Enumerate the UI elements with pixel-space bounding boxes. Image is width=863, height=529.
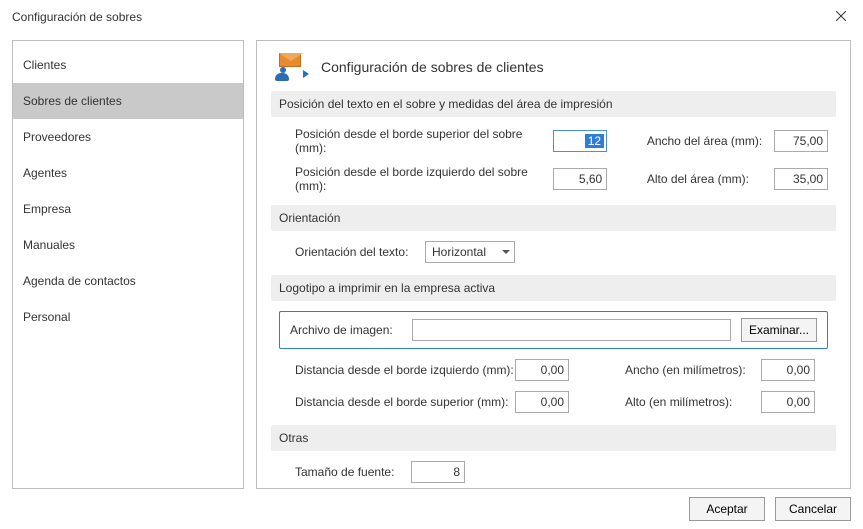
label-dist-top: Distancia desde el borde superior (mm): — [295, 395, 515, 409]
select-orientation-value: Horizontal — [432, 245, 486, 259]
input-area-height[interactable] — [774, 168, 828, 190]
label-font-size: Tamaño de fuente: — [295, 465, 411, 479]
section-other-body: Tamaño de fuente: — [271, 461, 836, 489]
close-button[interactable] — [819, 2, 863, 32]
label-orientation: Orientación del texto: — [295, 245, 425, 259]
close-icon — [836, 10, 846, 24]
input-dist-left[interactable] — [515, 359, 569, 381]
label-pos-left: Posición desde el borde izquierdo del so… — [295, 165, 553, 193]
section-position-body: Posición desde el borde superior del sob… — [271, 127, 836, 199]
accept-button[interactable]: Aceptar — [689, 497, 765, 521]
section-position-header: Posición del texto en el sobre y medidas… — [271, 91, 836, 117]
input-dist-top[interactable] — [515, 391, 569, 413]
label-dist-left: Distancia desde el borde izquierdo (mm): — [295, 363, 515, 377]
sidebar-item-sobres-de-clientes[interactable]: Sobres de clientes — [13, 83, 243, 119]
sidebar-item-clientes[interactable]: Clientes — [13, 47, 243, 83]
content-panel: Configuración de sobres de clientes Posi… — [256, 40, 851, 489]
label-pos-top: Posición desde el borde superior del sob… — [295, 127, 553, 155]
sidebar-item-personal[interactable]: Personal — [13, 299, 243, 335]
input-logo-height[interactable] — [761, 391, 815, 413]
sidebar-item-empresa[interactable]: Empresa — [13, 191, 243, 227]
browse-button[interactable]: Examinar... — [741, 318, 817, 342]
sidebar-item-agenda-de-contactos[interactable]: Agenda de contactos — [13, 263, 243, 299]
section-logo-header: Logotipo a imprimir en la empresa activa — [271, 275, 836, 301]
section-logo-body: Archivo de imagen: Examinar... Distancia… — [271, 311, 836, 419]
label-logo-width: Ancho (en milímetros): — [625, 363, 761, 377]
label-image-file: Archivo de imagen: — [290, 323, 402, 337]
envelope-person-icon — [275, 53, 309, 81]
section-orientation-body: Orientación del texto: Horizontal — [271, 241, 836, 269]
sidebar-item-manuales[interactable]: Manuales — [13, 227, 243, 263]
dialog-body: Clientes Sobres de clientes Proveedores … — [0, 34, 863, 489]
input-image-file[interactable] — [412, 319, 731, 341]
panel-title: Configuración de sobres de clientes — [321, 59, 544, 75]
sidebar-item-agentes[interactable]: Agentes — [13, 155, 243, 191]
input-pos-left[interactable] — [553, 168, 607, 190]
sidebar: Clientes Sobres de clientes Proveedores … — [12, 40, 244, 489]
select-orientation[interactable]: Horizontal — [425, 241, 515, 263]
section-orientation-header: Orientación — [271, 205, 836, 231]
input-pos-top[interactable]: 12 — [553, 130, 607, 152]
sidebar-item-proveedores[interactable]: Proveedores — [13, 119, 243, 155]
window-title: Configuración de sobres — [12, 10, 819, 24]
input-logo-width[interactable] — [761, 359, 815, 381]
label-area-height: Alto del área (mm): — [647, 172, 774, 186]
cancel-button[interactable]: Cancelar — [775, 497, 851, 521]
logo-file-box: Archivo de imagen: Examinar... — [279, 311, 828, 349]
dialog-footer: Aceptar Cancelar — [0, 489, 863, 529]
panel-header: Configuración de sobres de clientes — [271, 53, 836, 81]
chevron-down-icon — [502, 250, 510, 254]
input-area-width[interactable] — [774, 130, 828, 152]
title-bar: Configuración de sobres — [0, 0, 863, 34]
input-font-size[interactable] — [411, 461, 465, 483]
input-pos-top-value: 12 — [585, 134, 604, 148]
dialog-window: Configuración de sobres Clientes Sobres … — [0, 0, 863, 529]
section-other-header: Otras — [271, 425, 836, 451]
label-logo-height: Alto (en milímetros): — [625, 395, 761, 409]
label-area-width: Ancho del área (mm): — [647, 134, 774, 148]
